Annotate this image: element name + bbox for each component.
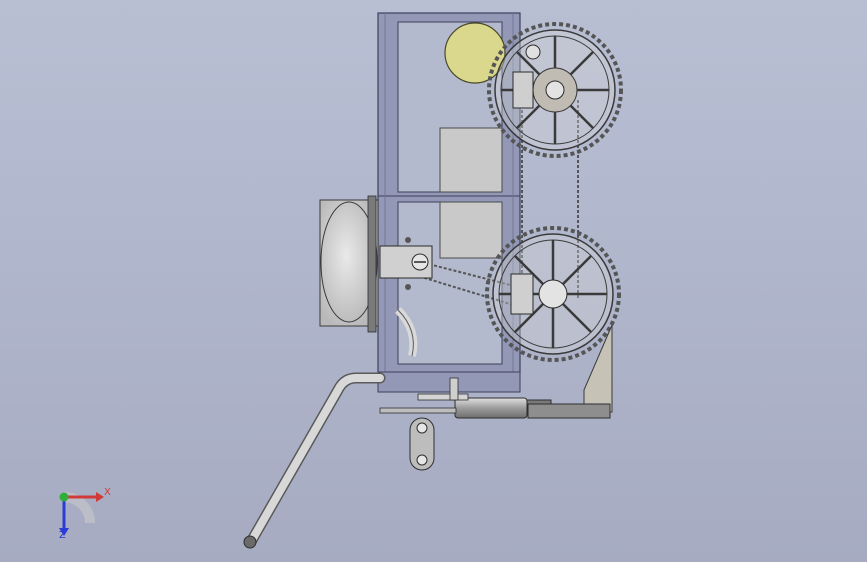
- support-pipe: [243, 372, 386, 549]
- x-axis-label: X: [104, 487, 111, 498]
- y-axis-dot: [59, 492, 69, 502]
- z-axis-label: Z: [59, 530, 66, 541]
- control-box-lower: [439, 201, 503, 259]
- base-bar: [377, 371, 521, 393]
- cad-viewport[interactable]: X Z: [0, 0, 867, 562]
- rotary-drum: [319, 195, 379, 333]
- motor-disc: [444, 22, 506, 84]
- control-box-upper: [439, 127, 503, 193]
- machine-assembly-drawing: [59, 12, 623, 549]
- link-plate: [409, 417, 435, 471]
